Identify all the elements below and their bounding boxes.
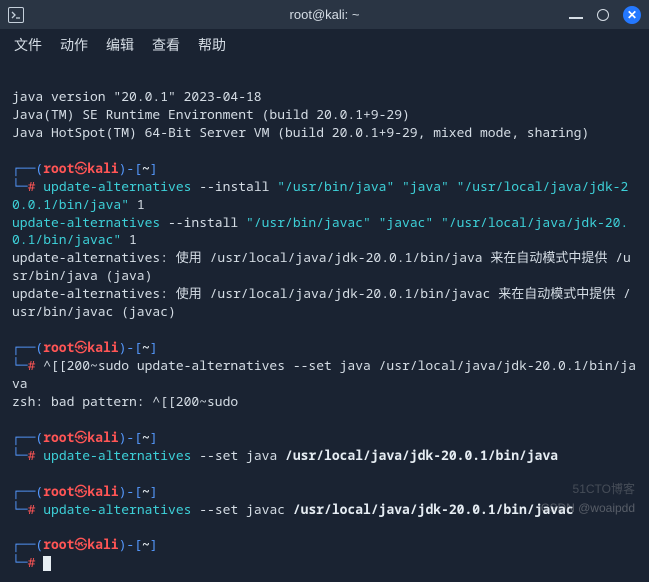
command: ^[[200~sudo update-alternatives --set ja… bbox=[12, 356, 636, 392]
watermark-csdn: CSDN @woaipdd bbox=[541, 501, 635, 515]
prompt-at: ㉿ bbox=[74, 338, 87, 356]
output-line: Java(TM) SE Runtime Environment (build 2… bbox=[12, 105, 410, 123]
prompt-hash: # bbox=[28, 500, 36, 518]
command-arg: 1 bbox=[121, 230, 137, 248]
prompt-part: ] bbox=[150, 428, 158, 446]
output-line: java version "20.0.1" 2023-04-18 bbox=[12, 87, 262, 105]
command: update-alternatives bbox=[12, 213, 160, 231]
prompt-part: └─ bbox=[12, 177, 28, 195]
prompt-user: root bbox=[43, 338, 74, 356]
prompt-part: )-[ bbox=[119, 482, 142, 500]
prompt-user: root bbox=[43, 159, 74, 177]
prompt-part: ] bbox=[150, 159, 158, 177]
prompt-part: └─ bbox=[12, 553, 28, 571]
prompt-path: ~ bbox=[142, 428, 150, 446]
prompt-host: kali bbox=[87, 159, 118, 177]
prompt-host: kali bbox=[87, 535, 118, 553]
prompt-part: )-[ bbox=[119, 338, 142, 356]
output-line: zsh: bad pattern: ^[[200~sudo bbox=[12, 392, 238, 410]
maximize-icon[interactable] bbox=[597, 9, 609, 21]
prompt-path: ~ bbox=[142, 535, 150, 553]
prompt-part: └─ bbox=[12, 356, 28, 374]
prompt-path: ~ bbox=[142, 482, 150, 500]
menu-view[interactable]: 查看 bbox=[152, 35, 180, 55]
command-arg: 1 bbox=[129, 195, 145, 213]
prompt-host: kali bbox=[87, 482, 118, 500]
menu-edit[interactable]: 编辑 bbox=[106, 35, 134, 55]
menu-help[interactable]: 帮助 bbox=[198, 35, 226, 55]
command-arg: --set javac bbox=[191, 500, 292, 518]
command-arg: --set java bbox=[191, 446, 285, 464]
prompt-part: └─ bbox=[12, 500, 28, 518]
prompt-part: ] bbox=[150, 338, 158, 356]
menu-file[interactable]: 文件 bbox=[14, 35, 42, 55]
prompt-at: ㉿ bbox=[74, 535, 87, 553]
prompt-user: root bbox=[43, 482, 74, 500]
prompt-part: ┌──( bbox=[12, 338, 43, 356]
prompt-hash: # bbox=[28, 553, 36, 571]
prompt-part: )-[ bbox=[119, 428, 142, 446]
prompt-hash: # bbox=[28, 177, 36, 195]
cursor bbox=[43, 556, 51, 571]
prompt-hash: # bbox=[28, 356, 36, 374]
prompt-part: )-[ bbox=[119, 535, 142, 553]
prompt-user: root bbox=[43, 428, 74, 446]
command-arg: /usr/local/java/jdk-20.0.1/bin/javac bbox=[293, 500, 574, 518]
output-line: update-alternatives: 使用 /usr/local/java/… bbox=[12, 248, 631, 284]
prompt-part: └─ bbox=[12, 446, 28, 464]
output-line: update-alternatives: 使用 /usr/local/java/… bbox=[12, 284, 631, 320]
prompt-at: ㉿ bbox=[74, 428, 87, 446]
prompt-at: ㉿ bbox=[74, 159, 87, 177]
prompt-part: ┌──( bbox=[12, 482, 43, 500]
output-line: Java HotSpot(TM) 64-Bit Server VM (build… bbox=[12, 123, 589, 141]
close-icon[interactable]: ✕ bbox=[623, 6, 641, 24]
prompt-part: ] bbox=[150, 482, 158, 500]
prompt-at: ㉿ bbox=[74, 482, 87, 500]
command-arg: --install bbox=[191, 177, 277, 195]
command: update-alternatives bbox=[43, 446, 191, 464]
prompt-host: kali bbox=[87, 338, 118, 356]
prompt-part: ┌──( bbox=[12, 428, 43, 446]
prompt-host: kali bbox=[87, 428, 118, 446]
prompt-hash: # bbox=[28, 446, 36, 464]
menu-actions[interactable]: 动作 bbox=[60, 35, 88, 55]
minimize-icon[interactable] bbox=[569, 17, 583, 19]
command-arg: --install bbox=[160, 213, 246, 231]
command: update-alternatives bbox=[43, 177, 191, 195]
menubar: 文件 动作 编辑 查看 帮助 bbox=[0, 30, 649, 60]
window-controls: ✕ bbox=[569, 6, 641, 24]
command-arg: /usr/local/java/jdk-20.0.1/bin/java bbox=[285, 446, 558, 464]
prompt-part: ] bbox=[150, 535, 158, 553]
command: update-alternatives bbox=[43, 500, 191, 518]
prompt-part: ┌──( bbox=[12, 159, 43, 177]
prompt-path: ~ bbox=[142, 159, 150, 177]
window-title: root@kali: ~ bbox=[290, 7, 360, 22]
prompt-user: root bbox=[43, 535, 74, 553]
watermark-51cto: 51CTO博客 bbox=[573, 480, 635, 497]
prompt-part: ┌──( bbox=[12, 535, 43, 553]
titlebar: root@kali: ~ ✕ bbox=[0, 0, 649, 30]
prompt-path: ~ bbox=[142, 338, 150, 356]
prompt-part: )-[ bbox=[119, 159, 142, 177]
terminal-app-icon bbox=[8, 7, 24, 23]
